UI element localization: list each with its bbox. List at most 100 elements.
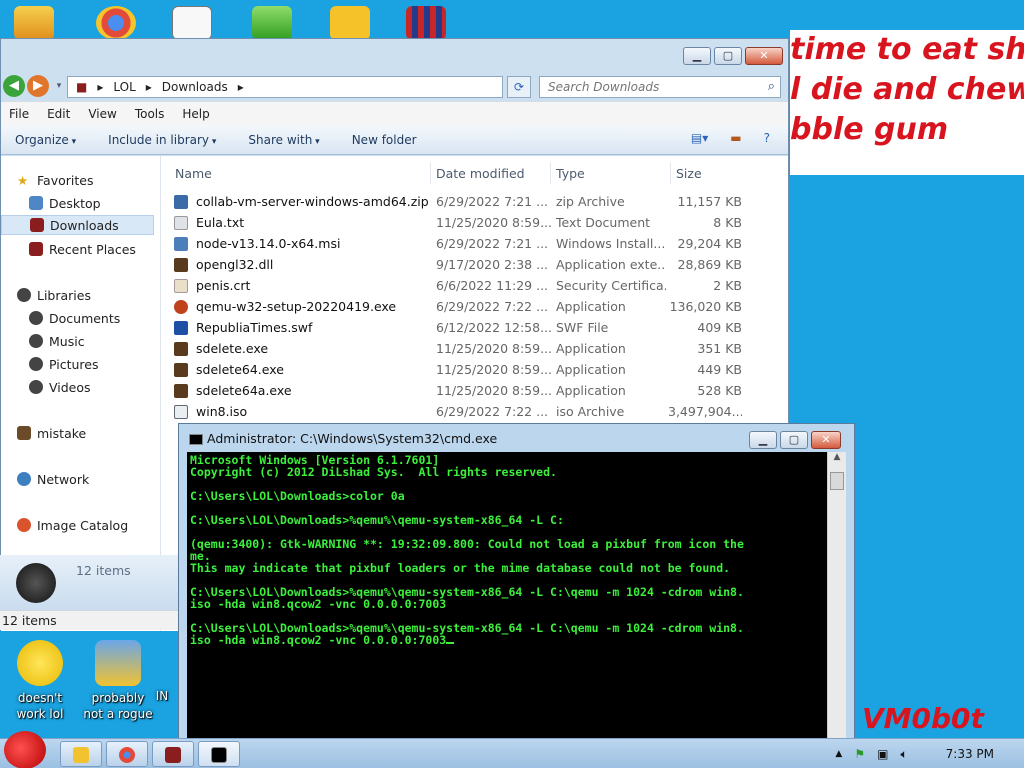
desktop-icon-yahoo[interactable]: doesn't work lol [0,640,80,722]
column-date-modified[interactable]: Date modified [436,166,525,181]
chrome-icon[interactable] [96,6,136,40]
address-bar[interactable]: ■ ▸ LOL ▸ Downloads ▸ [67,76,503,98]
nav-recent-places[interactable]: Recent Places [29,239,136,259]
security-shield-icon[interactable] [252,6,292,40]
action-center-flag-icon[interactable]: ⚑ [854,747,865,761]
gears-icon [95,640,141,686]
help-icon[interactable]: ? [764,131,770,145]
column-size[interactable]: Size [676,166,702,181]
new-folder-button[interactable]: New folder [352,133,417,147]
volume-icon[interactable]: 🔈︎ [900,747,907,762]
start-button[interactable] [4,731,46,768]
iso-file-icon [174,405,188,419]
menu-tools[interactable]: Tools [135,107,165,121]
menu-edit[interactable]: Edit [47,107,70,121]
system-tray: ▲ ⚑ ▣ 🔈︎ 7:33 PM [835,739,1024,768]
chrome-icon [119,747,135,763]
menu-view[interactable]: View [88,107,116,121]
cmd-maximize-button[interactable]: ▢ [780,431,808,449]
homegroup-icon [17,426,31,440]
taskbar-chrome[interactable] [106,741,148,767]
share-with-button[interactable]: Share with [248,133,319,147]
file-row[interactable]: collab-vm-server-windows-amd64.zip 6/29/2… [168,192,768,213]
search-input[interactable] [540,77,750,97]
nav-mistake[interactable]: mistake [17,423,86,443]
nav-pictures[interactable]: Pictures [29,354,99,374]
nav-libraries[interactable]: Libraries [17,285,91,305]
details-pane: 12 items [0,555,180,611]
maximize-button[interactable]: ▢ [714,47,742,65]
column-divider[interactable] [430,162,431,184]
file-row[interactable]: node-v13.14.0-x64.msi 6/29/2022 7:21 ... W… [168,234,768,255]
menu-bar: File Edit View Tools Help [1,101,788,125]
nav-music[interactable]: Music [29,331,85,351]
forward-button[interactable]: ▶ [27,75,49,97]
folder-icon[interactable] [14,6,54,40]
text-cursor [446,642,455,644]
close-button[interactable]: ✕ [745,47,783,65]
breadcrumb-chevron-icon: ▸ [145,80,152,94]
breadcrumb-chevron-icon: ▸ [237,80,244,94]
scroll-up-arrow-icon[interactable]: ▲ [828,452,846,469]
show-hidden-icons-icon[interactable]: ▲ [835,749,842,759]
qemu-installer-icon [174,300,188,314]
flag-icon[interactable] [406,6,446,40]
nav-videos[interactable]: Videos [29,377,91,397]
column-divider[interactable] [550,162,551,184]
command-bar-right: ▤▾ ▬ ? [691,131,770,145]
explorer-navbar: ◀ ▶ ▾ ■ ▸ LOL ▸ Downloads ▸ ⟳ ⌕ [1,73,788,101]
column-name[interactable]: Name [175,166,212,181]
change-view-icon[interactable]: ▤▾ [691,131,708,145]
angry-birds-pig-icon[interactable] [330,6,370,40]
refresh-button[interactable]: ⟳ [507,76,531,98]
breadcrumb-downloads[interactable]: Downloads [162,77,228,97]
refresh-icon: ⟳ [513,80,525,94]
file-row[interactable]: win8.iso 6/29/2022 7:22 ... iso Archive 3,4… [168,402,768,423]
cmd-window: Administrator: C:\Windows\System32\cmd.e… [178,423,855,744]
explorer-titlebar[interactable]: ▁ ▢ ✕ [1,39,788,73]
nav-downloads[interactable]: Downloads [1,215,154,235]
certificate-icon [174,279,188,293]
preview-pane-icon[interactable]: ▬ [730,131,741,145]
taskbar-explorer[interactable] [60,741,102,767]
taskbar-cmd[interactable] [198,741,240,767]
cards-icon[interactable] [172,6,212,40]
menu-file[interactable]: File [9,107,29,121]
menu-help[interactable]: Help [182,107,209,121]
clock[interactable]: 7:33 PM [946,747,994,761]
breadcrumb-lol[interactable]: LOL [113,77,135,97]
file-row[interactable]: sdelete64a.exe 11/25/2020 8:59... Applicat… [168,381,768,402]
recent-pages-dropdown[interactable]: ▾ [53,75,65,97]
music-icon [29,334,43,348]
cmd-icon [211,747,227,763]
minimize-button[interactable]: ▁ [683,47,711,65]
nav-documents[interactable]: Documents [29,308,120,328]
taskbar-app[interactable] [152,741,194,767]
back-button[interactable]: ◀ [3,75,25,97]
search-box[interactable]: ⌕ [539,76,781,98]
organize-button[interactable]: Organize [15,133,76,147]
file-row[interactable]: penis.crt 6/6/2022 11:29 ... Security Cert… [168,276,768,297]
folder-thumbnail-icon [16,563,56,603]
nav-desktop[interactable]: Desktop [29,193,101,213]
cmd-scrollbar[interactable]: ▲ [827,452,846,744]
file-row[interactable]: Eula.txt 11/25/2020 8:59... Text Document 8… [168,213,768,234]
file-row[interactable]: qemu-w32-setup-20220419.exe 6/29/2022 7:2… [168,297,768,318]
desktop-icon-settings[interactable]: probably not a rogue [78,640,158,722]
cmd-close-button[interactable]: ✕ [811,431,841,449]
nav-image-catalog[interactable]: Image Catalog [17,515,128,535]
nav-network[interactable]: Network [17,469,89,489]
file-row[interactable]: sdelete.exe 11/25/2020 8:59... Application… [168,339,768,360]
file-row[interactable]: opengl32.dll 9/17/2020 2:38 ... Applicatio… [168,255,768,276]
cmd-console[interactable]: Microsoft Windows [Version 6.1.7601] Copy… [187,452,827,744]
column-type[interactable]: Type [556,166,585,181]
search-icon[interactable]: ⌕ [768,79,775,94]
nav-favorites[interactable]: ★ Favorites [17,170,93,190]
scroll-thumb[interactable] [830,472,844,490]
cmd-minimize-button[interactable]: ▁ [749,431,777,449]
include-in-library-button[interactable]: Include in library [108,133,216,147]
column-divider[interactable] [670,162,671,184]
file-row[interactable]: RepubliaTimes.swf 6/12/2022 12:58... SWF F… [168,318,768,339]
file-row[interactable]: sdelete64.exe 11/25/2020 8:59... Applicati… [168,360,768,381]
network-status-icon[interactable]: ▣ [877,747,888,761]
